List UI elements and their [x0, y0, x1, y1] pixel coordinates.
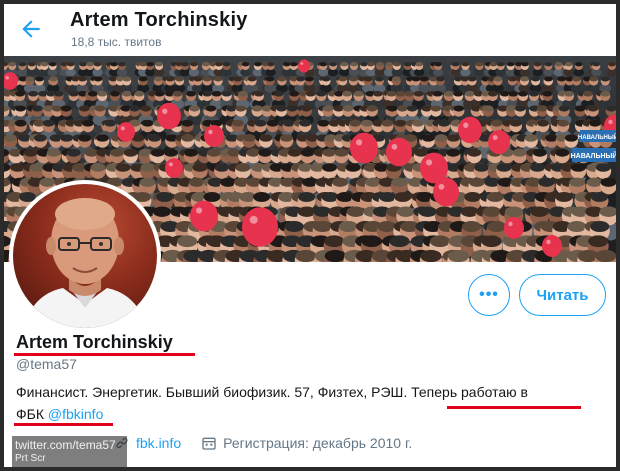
balloon-highlight [208, 129, 213, 135]
avatar[interactable] [9, 180, 161, 332]
tweet-count: 18,8 тыс. твитов [71, 35, 162, 49]
join-date: Регистрация: декабрь 2010 г. [223, 435, 413, 451]
crowd-person [374, 62, 386, 77]
balloon-highlight [426, 159, 433, 166]
follow-button[interactable]: Читать [519, 274, 606, 316]
balloon [433, 177, 459, 207]
balloon [190, 200, 218, 232]
balloon-highlight [300, 62, 304, 65]
crowd-person [339, 62, 350, 77]
avatar-photo [13, 184, 157, 328]
crowd-person [153, 62, 165, 77]
balloon [204, 125, 224, 147]
crowd-person [116, 62, 128, 77]
profile-handle: @tema57 [16, 356, 77, 372]
crowd-person [474, 62, 485, 77]
balloon-highlight [438, 183, 445, 190]
balloon-highlight [249, 215, 258, 224]
calendar-icon [201, 435, 217, 451]
crowd-person [327, 62, 339, 77]
profile-name: Artem Torchinskiy [16, 332, 173, 352]
profile-meta: fbk.info Регистрация: декабрь 2010 г. [114, 432, 412, 454]
mention-link[interactable]: @fbkinfo [48, 406, 103, 422]
crowd-person [92, 62, 103, 77]
balloon-highlight [356, 139, 363, 146]
crowd-person [543, 62, 554, 77]
balloon-highlight [608, 119, 613, 125]
crowd-person [201, 76, 214, 93]
watermark-url: twitter.com/tema57 [15, 438, 116, 452]
balloon [488, 129, 510, 155]
crowd-person [145, 62, 156, 77]
balloon [242, 207, 278, 247]
profile-header: Artem Torchinskiy 18,8 тыс. твитов [4, 4, 616, 56]
balloon [542, 235, 562, 257]
balloon [117, 122, 135, 142]
crowd-person [606, 62, 616, 77]
crowd-person [47, 62, 58, 77]
balloon-highlight [463, 122, 469, 128]
header-title: Artem Torchinskiy [70, 9, 248, 31]
crowd-person [529, 76, 542, 93]
protest-sign: НАВАЛЬНЫЙ [578, 130, 616, 142]
watermark: twitter.com/tema57 Prt Scr [12, 436, 127, 467]
crowd-person [33, 76, 46, 93]
balloon [504, 217, 524, 239]
balloon-highlight [120, 126, 125, 131]
svg-text:НАВАЛЬНЫЙ: НАВАЛЬНЫЙ [578, 133, 616, 141]
balloon-highlight [391, 143, 398, 150]
more-options-button[interactable]: ••• [468, 274, 510, 316]
crowd-person [17, 62, 28, 77]
crowd-person [252, 62, 264, 77]
balloon [165, 158, 183, 178]
bio-text: ФБК [16, 406, 48, 422]
svg-text:НАВАЛЬНЫЙ: НАВАЛЬНЫЙ [571, 151, 616, 160]
crowd-person [460, 62, 471, 77]
balloon [298, 59, 310, 73]
balloon-highlight [508, 221, 513, 227]
crowd-person [212, 76, 225, 93]
balloon [157, 102, 181, 130]
crowd-person [348, 62, 360, 77]
website-link[interactable]: fbk.info [136, 435, 181, 451]
balloon-highlight [196, 207, 203, 214]
crowd-person [599, 76, 612, 93]
profile-page: Artem Torchinskiy 18,8 тыс. твитов НАВАЛ… [4, 4, 616, 467]
crowd-person [573, 62, 584, 77]
crowd-person [495, 62, 506, 77]
crowd-person [173, 76, 186, 93]
watermark-label: Prt Scr [15, 453, 46, 464]
bio-line-1: Финансист. Энергетик. Бывший биофизик. 5… [16, 384, 528, 400]
balloon [458, 116, 482, 144]
protest-sign: НАВАЛЬНЫЙ [571, 148, 616, 162]
crowd-person [221, 62, 232, 77]
highlight-underline [447, 406, 581, 409]
balloon-highlight [162, 108, 168, 114]
crowd-person [276, 76, 288, 93]
crowd-person [26, 62, 38, 77]
balloon [386, 137, 412, 167]
balloon-highlight [168, 162, 173, 167]
crowd-person [373, 76, 386, 93]
balloon [350, 132, 378, 164]
balloon-highlight [5, 76, 9, 80]
arrow-left-icon[interactable] [18, 16, 44, 42]
crowd-person [391, 62, 403, 77]
crowd-person [188, 62, 200, 77]
balloon-highlight [546, 239, 551, 245]
bio-line-2: ФБК @fbkinfo [16, 406, 103, 422]
crowd-person [303, 76, 316, 93]
balloon-highlight [492, 135, 498, 141]
highlight-underline [14, 423, 113, 426]
crowd-person [532, 62, 543, 77]
